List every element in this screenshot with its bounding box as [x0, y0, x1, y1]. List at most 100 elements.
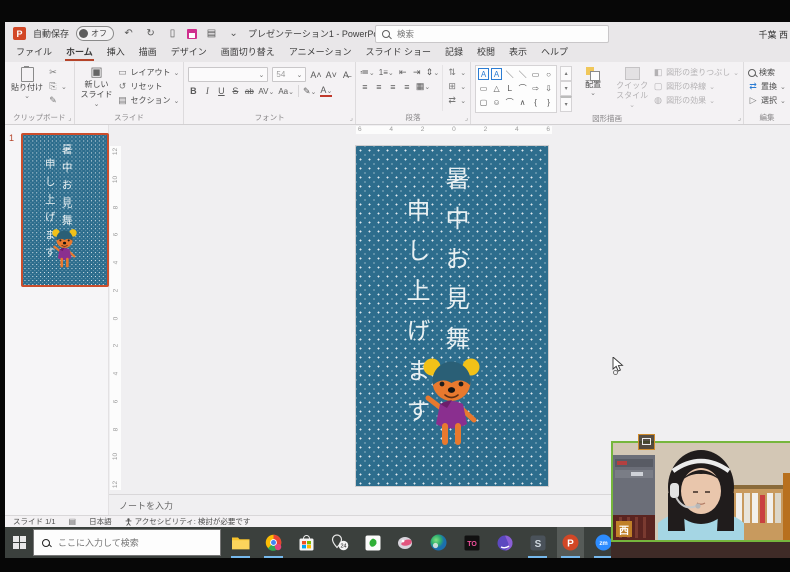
taskbar-line-app[interactable] [359, 527, 386, 558]
quick-access-overflow-button[interactable]: ⌄ [226, 26, 241, 41]
text-direction-button[interactable]: ⇅⌄ [447, 67, 466, 78]
font-size-combo[interactable]: 54⌄ [272, 67, 306, 82]
taskbar-weather-pin[interactable]: 24 [326, 527, 353, 558]
taskbar-s-app[interactable]: S [524, 527, 551, 558]
notes-status-icon[interactable]: ▤ [69, 517, 77, 526]
arrange-button[interactable]: 配置 ⌄ [575, 65, 611, 113]
paragraph-dialog-launcher[interactable]: ⌟ [465, 114, 468, 122]
change-case-button[interactable]: Aa⌄ [278, 87, 294, 96]
shape-gallery-item[interactable]: A [491, 68, 502, 80]
shape-gallery-item[interactable]: ☺ [490, 95, 503, 109]
taskbar-paint3d[interactable] [392, 527, 419, 558]
taskbar-m365[interactable] [491, 527, 518, 558]
shape-gallery-item[interactable]: ○ [542, 67, 555, 81]
taskbar-store[interactable] [293, 527, 320, 558]
drawing-dialog-launcher[interactable]: ⌟ [738, 114, 741, 122]
numbering-button[interactable]: 1≡⌄ [379, 68, 394, 77]
clear-formatting-button[interactable]: A̶ [341, 70, 351, 80]
shape-outline-button[interactable]: ▢図形の枠線⌄ [653, 81, 739, 92]
start-button[interactable] [5, 527, 33, 558]
language-status[interactable]: 日本語 [89, 516, 112, 527]
tab-view[interactable]: 表示 [502, 43, 534, 62]
taskbar-powerpoint[interactable]: P [557, 527, 584, 558]
tab-slideshow[interactable]: スライド ショー [358, 43, 438, 62]
convert-smartart-button[interactable]: ⇄⌄ [447, 95, 466, 106]
strikethrough-button[interactable]: S [230, 86, 240, 96]
shape-gallery-item[interactable]: ▢ [477, 95, 490, 109]
align-right-button[interactable]: ≡ [388, 82, 398, 92]
shape-gallery-item[interactable]: ⇨ [529, 81, 542, 95]
tab-animations[interactable]: アニメーション [282, 43, 359, 62]
shape-effects-button[interactable]: ◍図形の効果⌄ [653, 95, 739, 106]
taskbar-edge-sphere[interactable] [425, 527, 452, 558]
quick-styles-button[interactable]: クイック スタイル ⌄ [614, 65, 650, 113]
shape-gallery-item[interactable]: } [542, 95, 555, 109]
select-button[interactable]: ▷選択⌄ [748, 95, 786, 106]
character-spacing-button[interactable]: AV⌄ [258, 87, 274, 96]
line-spacing-button[interactable]: ⇕⌄ [426, 67, 439, 78]
tab-home[interactable]: ホーム [59, 43, 100, 62]
taskbar-search-input[interactable] [56, 537, 212, 549]
ribbon-search-box[interactable] [375, 25, 609, 43]
decrease-indent-button[interactable]: ⇤ [398, 67, 408, 78]
shape-gallery-item[interactable]: { [529, 95, 542, 109]
shape-gallery-item[interactable]: A [478, 68, 489, 80]
section-button[interactable]: ▤セクション⌄ [118, 95, 180, 106]
webcam-pin-icon[interactable] [638, 434, 655, 450]
search-input[interactable] [395, 28, 602, 40]
copy-button[interactable]: ⎘⌄ [48, 81, 67, 92]
align-text-button[interactable]: ⊞⌄ [447, 81, 466, 92]
taskbar-search[interactable] [33, 529, 221, 556]
tab-transitions[interactable]: 画面切り替え [214, 43, 282, 62]
tab-review[interactable]: 校閲 [470, 43, 502, 62]
clipboard-dialog-launcher[interactable]: ⌟ [68, 114, 71, 122]
taskbar-file-explorer[interactable] [227, 527, 254, 558]
taskbar-to-app[interactable]: TO [458, 527, 485, 558]
print-preview-button[interactable]: ▤ [204, 26, 219, 41]
highlight-pen-button[interactable]: ✎⌄ [303, 86, 316, 97]
accessibility-status[interactable]: アクセシビリティ: 検討が必要です [125, 516, 251, 527]
grow-font-button[interactable]: A˄ [310, 70, 321, 80]
reset-button[interactable]: ↺リセット [118, 81, 180, 92]
tab-record[interactable]: 記録 [438, 43, 470, 62]
find-button[interactable]: 検索 [748, 67, 786, 78]
shape-gallery-item[interactable]: ⌒ [516, 81, 529, 95]
tab-help[interactable]: ヘルプ [534, 43, 575, 62]
shape-gallery-item[interactable]: ▭ [477, 81, 490, 95]
shape-gallery-item[interactable]: ⇩ [542, 81, 555, 95]
slide-thumbnail[interactable]: 暑中お見舞い 申し上げます [21, 133, 109, 287]
taskbar-chrome[interactable] [260, 527, 287, 558]
tab-file[interactable]: ファイル [9, 43, 59, 62]
shapes-scroll-up-button[interactable]: ▴ [560, 66, 572, 81]
text-shadow-button[interactable]: ab [244, 87, 254, 96]
format-painter-button[interactable]: ✎ [48, 95, 67, 106]
italic-button[interactable]: I [202, 86, 212, 96]
increase-indent-button[interactable]: ⇥ [412, 67, 422, 78]
font-color-button[interactable]: A⌄ [320, 85, 332, 97]
new-slide-button[interactable]: ▣ 新しい スライド ⌄ [79, 65, 115, 111]
bold-button[interactable]: B [188, 86, 198, 96]
shape-gallery-item[interactable]: ⌒ [503, 95, 516, 109]
shape-gallery-item[interactable]: ∧ [516, 95, 529, 109]
shape-gallery-item[interactable]: ▭ [529, 67, 542, 81]
webcam-overlay[interactable]: 西 [611, 441, 790, 542]
shape-gallery-item[interactable]: △ [490, 81, 503, 95]
cut-button[interactable]: ✂ [48, 67, 67, 78]
columns-button[interactable]: ▦⌄ [416, 81, 430, 92]
shape-gallery-item[interactable]: Ｌ [503, 81, 516, 95]
tab-design[interactable]: デザイン [164, 43, 214, 62]
tab-insert[interactable]: 挿入 [100, 43, 132, 62]
save-button[interactable] [187, 29, 197, 39]
justify-button[interactable]: ≡ [402, 82, 412, 92]
shapes-more-button[interactable]: ▾ [560, 96, 572, 112]
align-center-button[interactable]: ≡ [374, 82, 384, 92]
shape-gallery-item[interactable]: ＼ [503, 67, 516, 81]
font-name-combo[interactable]: ⌄ [188, 67, 268, 82]
bear-illustration[interactable] [414, 356, 490, 448]
shapes-scroll-down-button[interactable]: ▾ [560, 81, 572, 96]
shape-gallery-item[interactable]: ＼ [516, 67, 529, 81]
redo-button[interactable]: ↻ [143, 26, 158, 41]
shape-fill-button[interactable]: ◧図形の塗りつぶし⌄ [653, 67, 739, 78]
font-dialog-launcher[interactable]: ⌟ [350, 114, 353, 122]
paste-button[interactable]: 貼り付け ⌄ [9, 65, 45, 111]
